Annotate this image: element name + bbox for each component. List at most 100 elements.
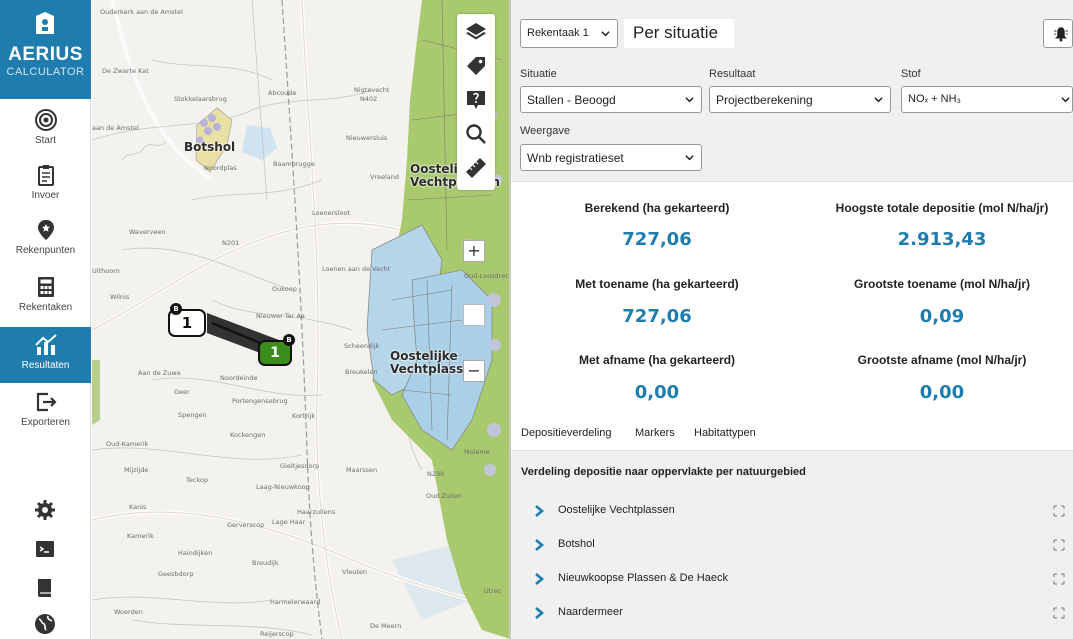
deposition-distribution: Verdeling depositie naar oppervlakte per…	[511, 451, 1073, 639]
tab-habitattypen[interactable]: Habitattypen	[694, 427, 756, 439]
list-item-botshol[interactable]: Botshol	[511, 530, 1073, 563]
results-tabs: Depositieverdeling Markers Habitattypen	[511, 418, 1073, 451]
weergave-select[interactable]: Wnb registratieset	[520, 144, 702, 171]
terminal-icon[interactable]	[33, 537, 57, 561]
results-header: Rekentaak 1 Per situatie Situatie Stalle…	[511, 0, 1073, 182]
select-value: Projectberekening	[716, 93, 813, 107]
chevron-right-icon	[535, 505, 545, 517]
expand-icon[interactable]	[1053, 573, 1065, 585]
stof-label: Stof	[901, 68, 921, 80]
tab-markers[interactable]: Markers	[635, 427, 675, 439]
place-label: Gerverscop	[227, 521, 265, 529]
nav-item-start[interactable]: Start	[0, 108, 91, 166]
aerius-logo[interactable]: AERIUS CALCULATOR	[0, 0, 91, 99]
list-item-oostelijke-vechtplassen[interactable]: Oostelijke Vechtplassen	[511, 496, 1073, 529]
stat-value-berekend: 727,06	[622, 229, 692, 250]
list-item-naardermeer[interactable]: Naardermeer	[511, 598, 1073, 631]
place-label: Mijzijde	[124, 466, 149, 474]
place-label: Gieltjesdorp	[280, 462, 320, 470]
stat-value-grootste-afname: 0,00	[919, 382, 965, 403]
select-value: NOₓ + NH₃	[908, 93, 962, 105]
place-label: Laag-Nieuwkoop	[256, 483, 310, 491]
stat-value-grootste-toename: 0,09	[919, 306, 965, 327]
map-view[interactable]: Ouderkerk aan de Amstel De Zwarte Kat St…	[92, 0, 510, 639]
place-label: Aan de Zuwe	[138, 369, 181, 377]
weergave-label: Weergave	[520, 125, 570, 137]
place-label: Ouderkerk aan de Amstel	[100, 8, 183, 16]
place-label: Baambrugge	[273, 160, 315, 168]
select-value: Rekentaak 1	[527, 27, 589, 39]
place-label: Oud Zuilen	[426, 492, 462, 500]
place-label: Abcoude	[268, 89, 297, 97]
place-label: Breudijk	[252, 559, 279, 567]
list-item-label: Oostelijke Vechtplassen	[558, 504, 675, 516]
zoom-in-button[interactable]: +	[463, 240, 485, 262]
chart-icon	[34, 334, 57, 355]
book-icon[interactable]	[33, 576, 57, 600]
globe-icon[interactable]	[33, 612, 57, 636]
search-icon[interactable]	[464, 122, 488, 146]
place-label: Portengensebrug	[232, 397, 288, 405]
tag-icon[interactable]	[464, 54, 488, 78]
calculation-task-select[interactable]: Rekentaak 1	[520, 19, 618, 48]
nav-item-exporteren[interactable]: Exporteren	[0, 390, 91, 448]
zoom-slider-handle[interactable]	[463, 304, 485, 326]
source-marker-label: 1	[270, 345, 280, 361]
place-label: Breukelen	[345, 368, 378, 376]
list-item-label: Botshol	[558, 538, 595, 550]
place-label: Oukoop	[272, 285, 297, 293]
target-icon	[34, 109, 57, 131]
gear-icon[interactable]	[33, 498, 57, 522]
notifications-button[interactable]	[1043, 19, 1073, 48]
nav-item-rekentaken[interactable]: Rekentaken	[0, 275, 91, 333]
place-label: Spengen	[178, 411, 207, 419]
place-label: Scheendijk	[344, 342, 380, 350]
place-label: De Meern	[370, 622, 402, 630]
expand-icon[interactable]	[1053, 607, 1065, 619]
nav-item-rekenpunten[interactable]: Rekenpunten	[0, 218, 91, 276]
tab-depositieverdeling[interactable]: Depositieverdeling	[521, 427, 612, 439]
place-label: Kamerik	[127, 532, 154, 540]
place-label: Noordeinde	[220, 374, 258, 382]
place-label: Kockengen	[230, 431, 266, 439]
nav-item-label: Start	[34, 135, 57, 146]
chevron-right-icon	[535, 607, 545, 619]
select-value: Wnb registratieset	[527, 151, 624, 165]
place-label: Kanis	[129, 503, 147, 511]
situatie-select[interactable]: Stallen - Beoogd	[520, 86, 702, 113]
road-label: N230	[427, 470, 445, 478]
app-root: AERIUS CALCULATOR Start Invoer Rekenpunt…	[0, 0, 1073, 639]
place-label: Vreeland	[370, 173, 400, 181]
nav-item-invoer[interactable]: Invoer	[0, 163, 91, 221]
road-label: N201	[222, 239, 240, 247]
brand-name: AERIUS	[8, 44, 83, 65]
list-item-nieuwkoopse-plassen[interactable]: Nieuwkoopse Plassen & De Haeck	[511, 564, 1073, 597]
main-navigation: AERIUS CALCULATOR Start Invoer Rekenpunt…	[0, 0, 91, 639]
expand-icon[interactable]	[1053, 505, 1065, 517]
place-label: Woerden	[114, 608, 143, 616]
stof-select[interactable]: NOₓ + NH₃	[901, 86, 1073, 113]
chevron-down-icon	[874, 97, 883, 103]
resultaat-select[interactable]: Projectberekening	[709, 86, 891, 113]
place-label: Geesbdorp	[158, 570, 194, 578]
chevron-down-icon	[1061, 97, 1070, 103]
place-label: Maarssen	[346, 466, 378, 474]
place-label: Kortrijk	[292, 412, 316, 420]
clipboard-icon	[37, 165, 54, 186]
info-marker-icon[interactable]	[464, 88, 488, 112]
stat-value-met-afname: 0,00	[634, 382, 680, 403]
bell-icon	[1054, 27, 1068, 42]
place-label: Oud-Kamerik	[106, 440, 149, 448]
list-item-label: Naardermeer	[558, 606, 623, 618]
place-label: Noordplas	[204, 164, 237, 172]
zoom-out-button[interactable]: −	[463, 360, 485, 382]
nav-item-resultaten[interactable]: Resultaten	[0, 327, 91, 383]
place-label: Haindijken	[178, 549, 213, 557]
expand-icon[interactable]	[1053, 539, 1065, 551]
logo-mark-icon	[36, 12, 54, 34]
ruler-icon[interactable]	[464, 156, 488, 180]
place-label: Geer	[174, 388, 190, 396]
stat-label-hoogste-depositie: Hoogste totale depositie (mol N/ha/jr)	[835, 201, 1049, 215]
nav-item-label: Invoer	[31, 190, 60, 201]
layers-icon[interactable]	[464, 20, 488, 44]
